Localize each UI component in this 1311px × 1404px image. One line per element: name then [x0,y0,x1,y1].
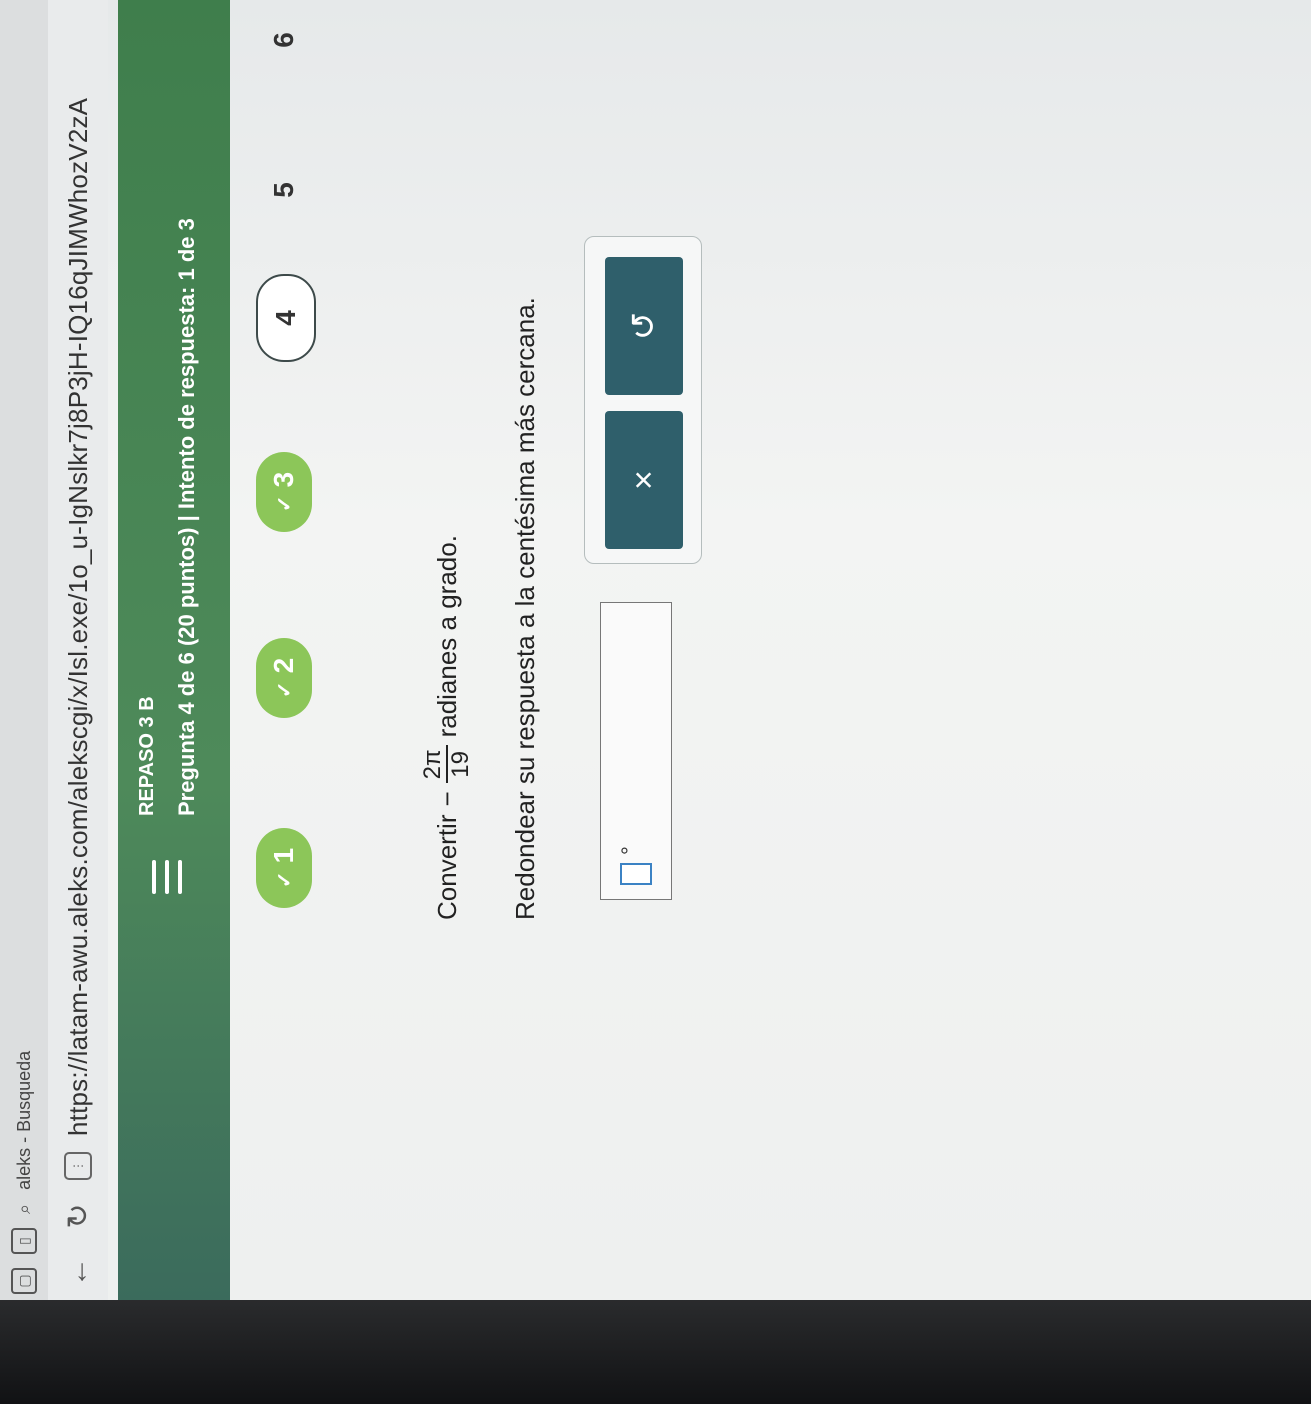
question-sign: − [431,791,462,807]
tab-strip: ▢ ▯ ⌕ aleks - Busqueda [0,0,48,1300]
assignment-title: REPASO 3 B [136,696,158,816]
question-suffix: radianes a grado. [431,535,462,738]
instruction-text: Redondear su respuesta a la centésima má… [510,297,540,920]
question-info: Pregunta 4 de 6 (20 puntos) | Intento de… [174,218,199,816]
fraction: 2π 19 [419,745,475,784]
clear-button[interactable]: × [605,411,683,549]
undo-button[interactable]: ↺ [605,257,683,395]
question-text: Convertir − 2π 19 radianes a grado. [419,535,475,920]
menu-icon[interactable] [152,860,182,894]
answer-tools: × ↺ [584,236,702,564]
monitor-bezel [0,1300,1311,1404]
progress-item-4[interactable]: 4 [256,274,316,362]
assignment-header: REPASO 3 B Pregunta 4 de 6 (20 puntos) |… [118,0,230,1300]
question-progress: ✓ 1 ✓ 2 ✓ 3 4 5 6 [230,0,340,1300]
site-info-icon[interactable]: ⋮ [64,1152,92,1180]
progress-item-3[interactable]: ✓ 3 [256,452,312,532]
answer-box: ° [600,602,672,900]
progress-item-2[interactable]: ✓ 2 [256,638,312,718]
progress-item-5[interactable]: 5 [256,160,312,220]
answer-input[interactable] [620,863,652,885]
reload-icon[interactable]: ↻ [61,1196,96,1236]
progress-item-1[interactable]: ✓ 1 [256,828,312,908]
check-icon: ✓ [273,871,296,889]
fraction-denominator: 19 [447,751,475,778]
sidebar-icon[interactable]: ▯ [11,1228,37,1254]
address-bar: ← ↻ ⋮ https://latam-awu.aleks.com/aleksc… [48,0,108,1300]
degree-symbol: ° [617,846,642,855]
tab-icon[interactable]: ▢ [11,1268,37,1294]
back-arrow-icon[interactable]: ← [61,1252,95,1292]
tab-title[interactable]: aleks - Busqueda [14,1051,35,1190]
progress-item-6[interactable]: 6 [256,10,312,70]
url-text[interactable]: https://latam-awu.aleks.com/alekscgi/x/I… [63,98,94,1136]
check-icon: ✓ [273,495,296,513]
fraction-numerator: 2π [419,745,449,784]
check-icon: ✓ [273,681,296,699]
question-prefix: Convertir [431,814,462,920]
screen: ▢ ▯ ⌕ aleks - Busqueda ← ↻ ⋮ https://lat… [0,0,1311,1300]
search-icon: ⌕ [13,1203,34,1214]
